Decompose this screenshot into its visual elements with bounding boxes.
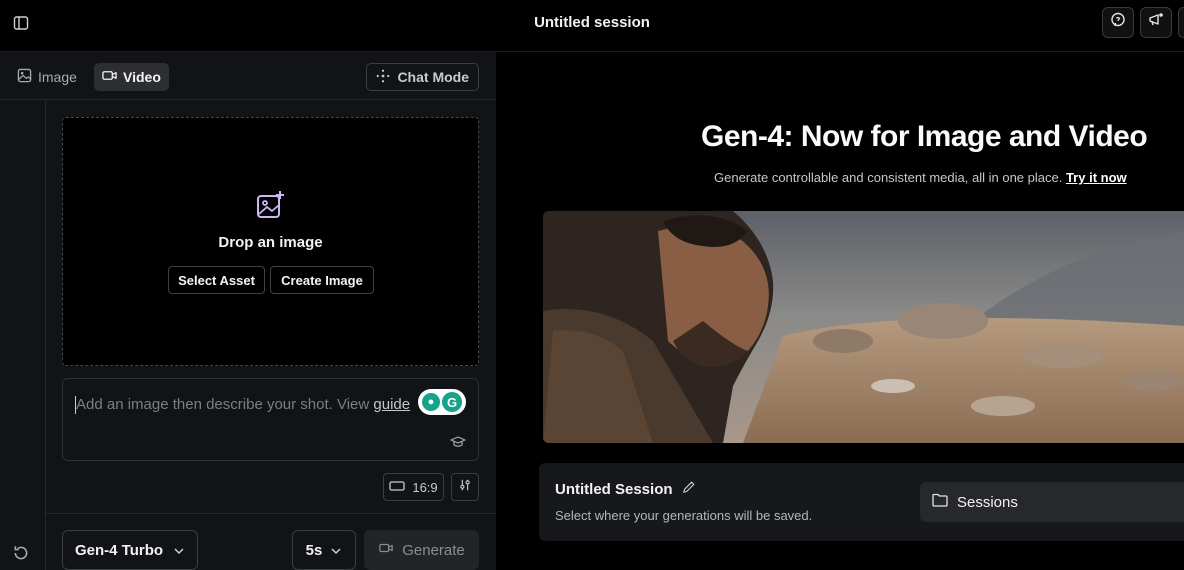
hero-subtitle-text: Generate controllable and consistent med… [714,170,1063,185]
try-it-now-link[interactable]: Try it now [1066,170,1127,185]
grammarly-widget[interactable]: ● G [418,389,466,415]
prompt-input[interactable]: Add an image then describe your shot. Vi… [62,378,479,461]
generate-bar: Gen-4 Turbo 5s Generate [46,513,496,570]
grammarly-icon: G [442,392,462,412]
generate-button[interactable]: Generate [364,530,479,570]
lightbulb-icon: ● [422,393,440,411]
sessions-button[interactable]: Sessions [920,482,1184,522]
generation-panel: Image Video Chat Mode Drop an image Sele… [0,52,496,570]
image-dropzone[interactable]: Drop an image Select Asset Create Image [62,117,479,366]
chat-mode-label: Chat Mode [397,69,469,85]
mode-tabs: Image Video Chat Mode [0,52,496,100]
chat-bubble-icon [1110,12,1126,33]
feedback-button[interactable] [1102,7,1134,38]
guide-link[interactable]: guide [373,396,410,413]
duration-value: 5s [305,541,323,559]
sparkle-icon [376,69,390,86]
video-icon [378,541,394,559]
model-select[interactable]: Gen-4 Turbo [62,530,198,570]
image-add-icon [256,190,286,225]
sliders-icon [458,478,472,497]
create-image-button[interactable]: Create Image [270,266,374,294]
session-card: Untitled Session Select where your gener… [539,463,1184,541]
hero-title: Gen-4: Now for Image and Video [701,120,1148,153]
settings-button[interactable] [451,473,479,501]
model-value: Gen-4 Turbo [75,541,164,559]
generate-label: Generate [402,541,465,559]
announcements-button[interactable] [1140,7,1172,38]
graduation-cap-icon[interactable] [450,435,466,454]
chevron-down-icon [173,542,185,559]
history-icon[interactable] [12,544,30,567]
session-subtitle: Select where your generations will be sa… [555,508,813,523]
top-bar: Untitled session [0,0,1184,52]
sessions-label: Sessions [957,493,1018,511]
megaphone-icon [1148,12,1164,33]
select-asset-button[interactable]: Select Asset [168,266,265,294]
aspect-ratio-icon [389,480,405,495]
hero-subtitle: Generate controllable and consistent med… [714,170,1127,185]
session-title: Untitled session [534,14,650,31]
tab-image-label: Image [38,69,77,85]
image-icon [17,68,32,86]
aspect-ratio-button[interactable]: 16:9 [383,473,444,501]
tab-image[interactable]: Image [9,63,85,91]
showcase-panel: Gen-4: Now for Image and Video Generate … [496,52,1184,570]
video-icon [102,68,117,86]
tab-video[interactable]: Video [94,63,169,91]
prompt-placeholder: Add an image then describe your shot. Vi… [76,396,410,413]
pencil-icon[interactable] [682,480,696,498]
drop-image-label: Drop an image [218,234,323,251]
hero-video-preview[interactable] [543,211,1184,443]
chevron-down-icon [330,542,342,559]
duration-select[interactable]: 5s [292,530,356,570]
tab-video-label: Video [123,69,161,85]
prompt-placeholder-text: Add an image then describe your shot. Vi… [76,396,374,413]
tool-rail [0,101,46,570]
aspect-ratio-value: 16:9 [412,479,438,495]
session-title-text: Untitled Session [555,480,673,498]
folder-icon [932,493,948,511]
session-name: Untitled Session [555,480,696,498]
menu-button[interactable] [1178,7,1184,38]
chat-mode-button[interactable]: Chat Mode [366,63,479,91]
